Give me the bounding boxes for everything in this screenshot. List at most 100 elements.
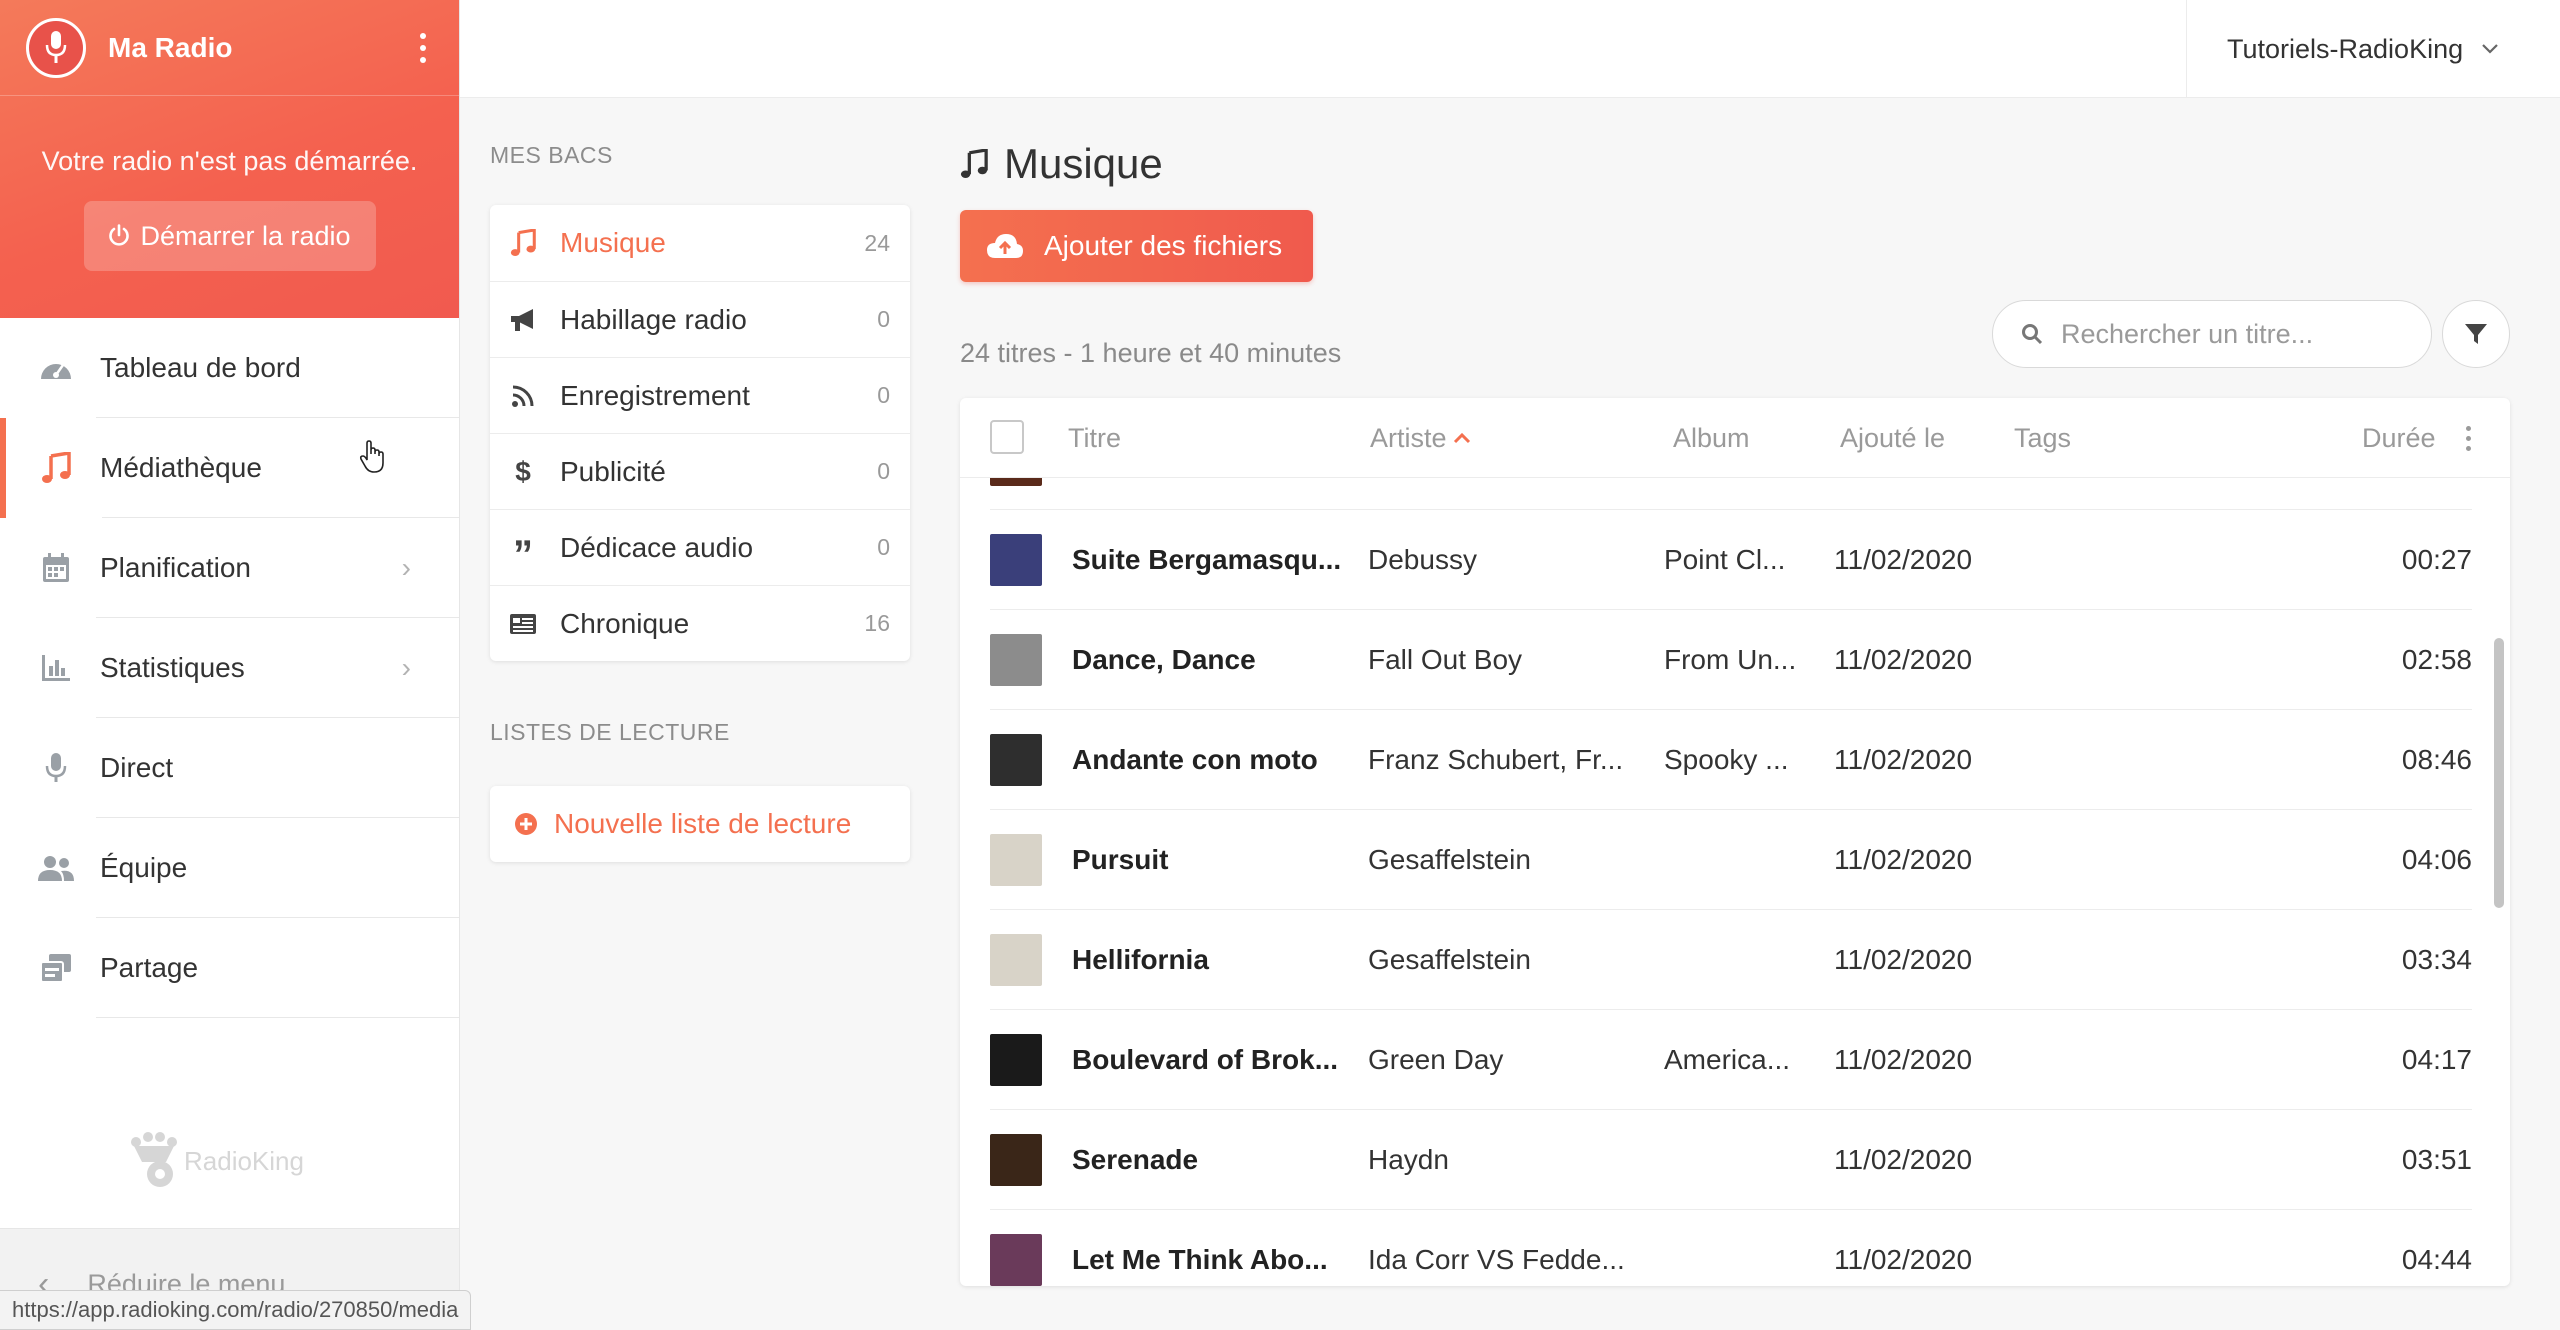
track-artist: Fall Out Boy bbox=[1368, 644, 1523, 675]
radio-menu-icon[interactable] bbox=[413, 32, 433, 63]
track-title: Andante con moto bbox=[1072, 744, 1318, 775]
column-added-label: Ajouté le bbox=[1840, 422, 1946, 453]
bin-count: 0 bbox=[877, 534, 890, 560]
dashboard-icon bbox=[36, 348, 76, 388]
chevron-right-icon: › bbox=[401, 552, 411, 583]
track-album: America... bbox=[1664, 1044, 1791, 1075]
cloud-upload-icon bbox=[987, 234, 1023, 258]
column-header-added[interactable]: Ajouté le bbox=[1840, 398, 1945, 478]
nav-item-share[interactable]: Partage bbox=[0, 918, 459, 1018]
table-row[interactable]: Let Me Think Abo... Ida Corr VS Fedde... 1… bbox=[960, 1210, 2490, 1286]
bins-section-label: MES BACS bbox=[490, 142, 613, 168]
table-row[interactable]: Dance, Dance Fall Out Boy From Un... 11/02/… bbox=[960, 610, 2490, 710]
column-album-label: Album bbox=[1673, 422, 1750, 453]
track-duration: 03:34 bbox=[2401, 944, 2472, 975]
nav-item-library[interactable]: Médiathèque bbox=[0, 418, 459, 518]
bin-item-music[interactable]: Musique 24 bbox=[490, 205, 910, 281]
bin-label: Habillage radio bbox=[560, 303, 747, 335]
table-scrollbar[interactable] bbox=[2494, 638, 2504, 908]
status-bar-url: https://app.radioking.com/radio/270850/m… bbox=[0, 1290, 472, 1330]
track-artist: Ida Corr VS Fedde... bbox=[1368, 1244, 1625, 1275]
column-header-album[interactable]: Album bbox=[1673, 398, 1750, 478]
music-note-icon bbox=[36, 448, 76, 488]
track-added-date: 11/02/2020 bbox=[1834, 1144, 1973, 1175]
track-added-date: 11/02/2020 bbox=[1834, 544, 1973, 575]
table-row[interactable]: Suite Bergamasqu... Debussy Point Cl... 11/… bbox=[960, 510, 2490, 610]
column-header-tags[interactable]: Tags bbox=[2014, 398, 2071, 478]
hand-cursor-icon bbox=[359, 440, 384, 473]
track-duration: 04:33 bbox=[2402, 478, 2472, 510]
plus-circle-icon bbox=[515, 813, 537, 835]
track-title: Boulevard of Brok... bbox=[1072, 1044, 1339, 1075]
users-icon bbox=[36, 848, 76, 888]
album-cover bbox=[990, 534, 1042, 586]
library-main: Musique Ajouter des fichiers 24 titres -… bbox=[960, 140, 2510, 1286]
new-playlist-button[interactable]: Nouvelle liste de lecture bbox=[490, 786, 910, 862]
page-title: Musique bbox=[960, 140, 2510, 188]
account-name: Tutoriels-RadioKing bbox=[2227, 33, 2464, 64]
nav-item-live[interactable]: Direct bbox=[0, 718, 459, 818]
table-row[interactable]: Jayson Gillham Ber... Chopin Institute 11/… bbox=[960, 478, 2490, 510]
table-row[interactable]: Serenade Haydn 11/02/2020 03:51 bbox=[960, 1110, 2490, 1210]
column-tags-label: Tags bbox=[2014, 422, 2072, 453]
bin-count: 0 bbox=[877, 458, 890, 484]
track-artist: Gesaffelstein bbox=[1368, 844, 1531, 875]
search-input[interactable] bbox=[2061, 318, 2421, 350]
bin-count: 0 bbox=[877, 382, 890, 408]
table-row[interactable]: Hellifornia Gesaffelstein 11/02/2020 03:34 bbox=[960, 910, 2490, 1010]
track-duration: 08:46 bbox=[2401, 744, 2472, 775]
column-header-artist[interactable]: Artiste bbox=[1370, 398, 1471, 478]
track-added-date: 11/02/2020 bbox=[1834, 1044, 1973, 1075]
bin-label: Enregistrement bbox=[560, 379, 750, 411]
track-artist: Green Day bbox=[1368, 1044, 1504, 1075]
nav-item-team[interactable]: Équipe bbox=[0, 818, 459, 918]
column-header-duration[interactable]: Durée bbox=[2362, 398, 2436, 478]
columns-menu-icon[interactable] bbox=[2466, 426, 2471, 451]
nav-item-statistics[interactable]: Statistiques › bbox=[0, 618, 459, 718]
track-added-date: 11/02/2020 bbox=[1834, 478, 1972, 510]
select-all-checkbox[interactable] bbox=[990, 420, 1024, 454]
bin-item-advertising[interactable]: $ Publicité 0 bbox=[490, 433, 910, 509]
table-row[interactable]: Pursuit Gesaffelstein 11/02/2020 04:06 bbox=[960, 810, 2490, 910]
table-body: Jayson Gillham Ber... Chopin Institute 11/… bbox=[960, 478, 2510, 1286]
bin-count: 24 bbox=[864, 229, 890, 256]
table-row[interactable]: Boulevard of Brok... Green Day America... 1… bbox=[960, 1010, 2490, 1110]
start-radio-button[interactable]: Démarrer la radio bbox=[83, 201, 376, 271]
album-cover bbox=[990, 634, 1042, 686]
share-icon bbox=[36, 948, 76, 988]
track-duration: 03:51 bbox=[2401, 1144, 2472, 1175]
microphone-icon bbox=[45, 30, 67, 63]
crown-icon bbox=[131, 1132, 177, 1187]
bin-label: Chronique bbox=[560, 607, 690, 639]
bins-list: Musique 24 Habillage radio 0 Enregistrem… bbox=[490, 205, 910, 661]
rss-icon bbox=[508, 384, 538, 408]
track-added-date: 11/02/2020 bbox=[1834, 844, 1973, 875]
nav-item-dashboard[interactable]: Tableau de bord bbox=[0, 318, 459, 418]
track-duration: 04:17 bbox=[2401, 1044, 2472, 1075]
bin-item-dedication[interactable]: ” Dédicace audio 0 bbox=[490, 509, 910, 585]
bin-item-chronicle[interactable]: Chronique 16 bbox=[490, 585, 910, 661]
new-playlist-label: Nouvelle liste de lecture bbox=[554, 808, 852, 839]
account-dropdown[interactable]: Tutoriels-RadioKing bbox=[2186, 0, 2560, 98]
tracks-table: Titre Artiste Album Ajouté le Tags Durée… bbox=[960, 398, 2510, 1286]
column-header-title[interactable]: Titre bbox=[1068, 398, 1121, 478]
track-added-date: 11/02/2020 bbox=[1834, 1244, 1973, 1275]
track-artist: Haydn bbox=[1368, 1144, 1449, 1175]
bin-item-habillage[interactable]: Habillage radio 0 bbox=[490, 281, 910, 357]
track-title: Jayson Gillham Ber... bbox=[1072, 478, 1355, 510]
track-added-date: 11/02/2020 bbox=[1834, 644, 1973, 675]
bin-label: Musique bbox=[560, 227, 666, 258]
radio-status-notice: Votre radio n'est pas démarrée. bbox=[41, 146, 418, 176]
nav-item-planning[interactable]: Planification › bbox=[0, 518, 459, 618]
track-title: Dance, Dance bbox=[1072, 644, 1256, 675]
add-files-button[interactable]: Ajouter des fichiers bbox=[960, 210, 1313, 282]
table-row[interactable]: Andante con moto Franz Schubert, Fr... Spo… bbox=[960, 710, 2490, 810]
album-cover bbox=[990, 478, 1042, 486]
track-duration: 00:27 bbox=[2401, 544, 2472, 575]
radio-avatar[interactable] bbox=[26, 17, 86, 78]
nav-label-team: Équipe bbox=[100, 852, 188, 883]
nav-label-library: Médiathèque bbox=[100, 452, 262, 483]
filter-button[interactable] bbox=[2442, 300, 2510, 368]
playlists-section-label: LISTES DE LECTURE bbox=[490, 719, 730, 745]
bin-item-recording[interactable]: Enregistrement 0 bbox=[490, 357, 910, 433]
